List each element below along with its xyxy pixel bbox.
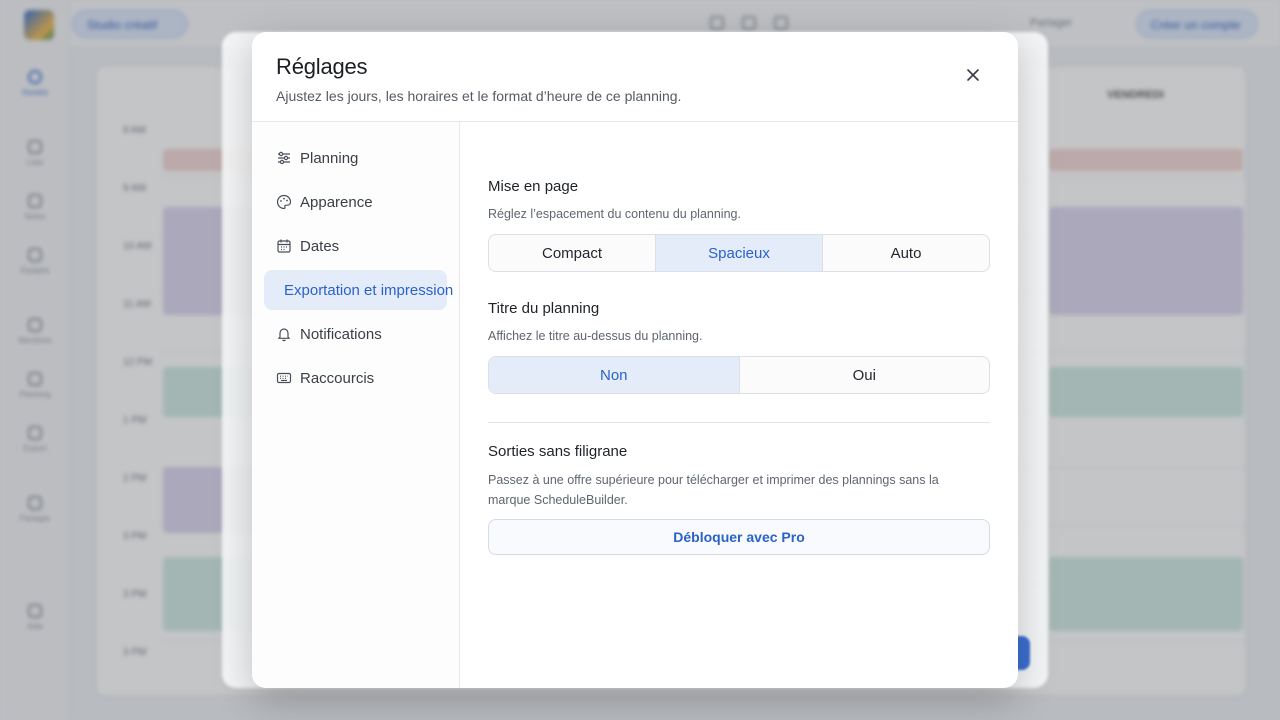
layout-section-title: Mise en page xyxy=(488,178,579,195)
settings-dialog: Réglages Ajustez les jours, les horaires… xyxy=(252,32,1018,688)
option-compact[interactable]: Compact xyxy=(489,235,656,271)
unlock-pro-button[interactable]: Débloquer avec Pro xyxy=(488,519,990,555)
sidebar-item-export-print[interactable]: Exportation et impression xyxy=(264,270,453,310)
sidebar-item-label: Dates xyxy=(300,237,340,255)
sidebar-item-dates[interactable]: Dates xyxy=(264,226,447,266)
sidebar-item-shortcuts[interactable]: Raccourcis xyxy=(264,358,447,398)
option-no[interactable]: Non xyxy=(489,357,740,393)
keyboard-icon xyxy=(276,370,292,386)
settings-sidebar: Planning Apparence Dates Exportation et … xyxy=(252,122,460,688)
title-section-description: Affichez le titre au-dessus du planning. xyxy=(488,329,703,343)
layout-density-selector: Compact Spacieux Auto xyxy=(488,234,990,272)
sidebar-item-label: Exportation et impression xyxy=(284,281,454,299)
bell-icon xyxy=(276,326,292,342)
show-title-selector: Non Oui xyxy=(488,356,990,394)
dialog-header: Réglages Ajustez les jours, les horaires… xyxy=(252,32,1018,122)
section-divider xyxy=(488,422,990,423)
option-yes[interactable]: Oui xyxy=(740,357,990,393)
watermark-section-title: Sorties sans filigrane xyxy=(488,443,628,460)
sidebar-item-label: Apparence xyxy=(300,193,373,211)
sidebar-item-label: Raccourcis xyxy=(300,369,375,387)
close-button[interactable] xyxy=(958,60,988,90)
calendar-icon xyxy=(276,238,292,254)
dialog-title: Réglages xyxy=(276,54,368,79)
dialog-subtitle: Ajustez les jours, les horaires et le fo… xyxy=(276,88,682,104)
palette-icon xyxy=(276,194,292,210)
title-section-title: Titre du planning xyxy=(488,300,600,317)
option-spacious[interactable]: Spacieux xyxy=(656,235,823,271)
sidebar-item-label: Notifications xyxy=(300,325,382,343)
watermark-section-description-line2: marque ScheduleBuilder. xyxy=(488,493,628,507)
layout-section-description: Réglez l’espacement du contenu du planni… xyxy=(488,207,741,221)
sidebar-item-planning[interactable]: Planning xyxy=(264,138,447,178)
option-auto[interactable]: Auto xyxy=(823,235,989,271)
sidebar-item-appearance[interactable]: Apparence xyxy=(264,182,447,222)
sliders-icon xyxy=(276,150,292,166)
sidebar-item-label: Planning xyxy=(300,149,359,167)
close-icon xyxy=(967,69,979,81)
sidebar-item-notifications[interactable]: Notifications xyxy=(264,314,447,354)
watermark-section-description-line1: Passez à une offre supérieure pour téléc… xyxy=(488,473,939,487)
